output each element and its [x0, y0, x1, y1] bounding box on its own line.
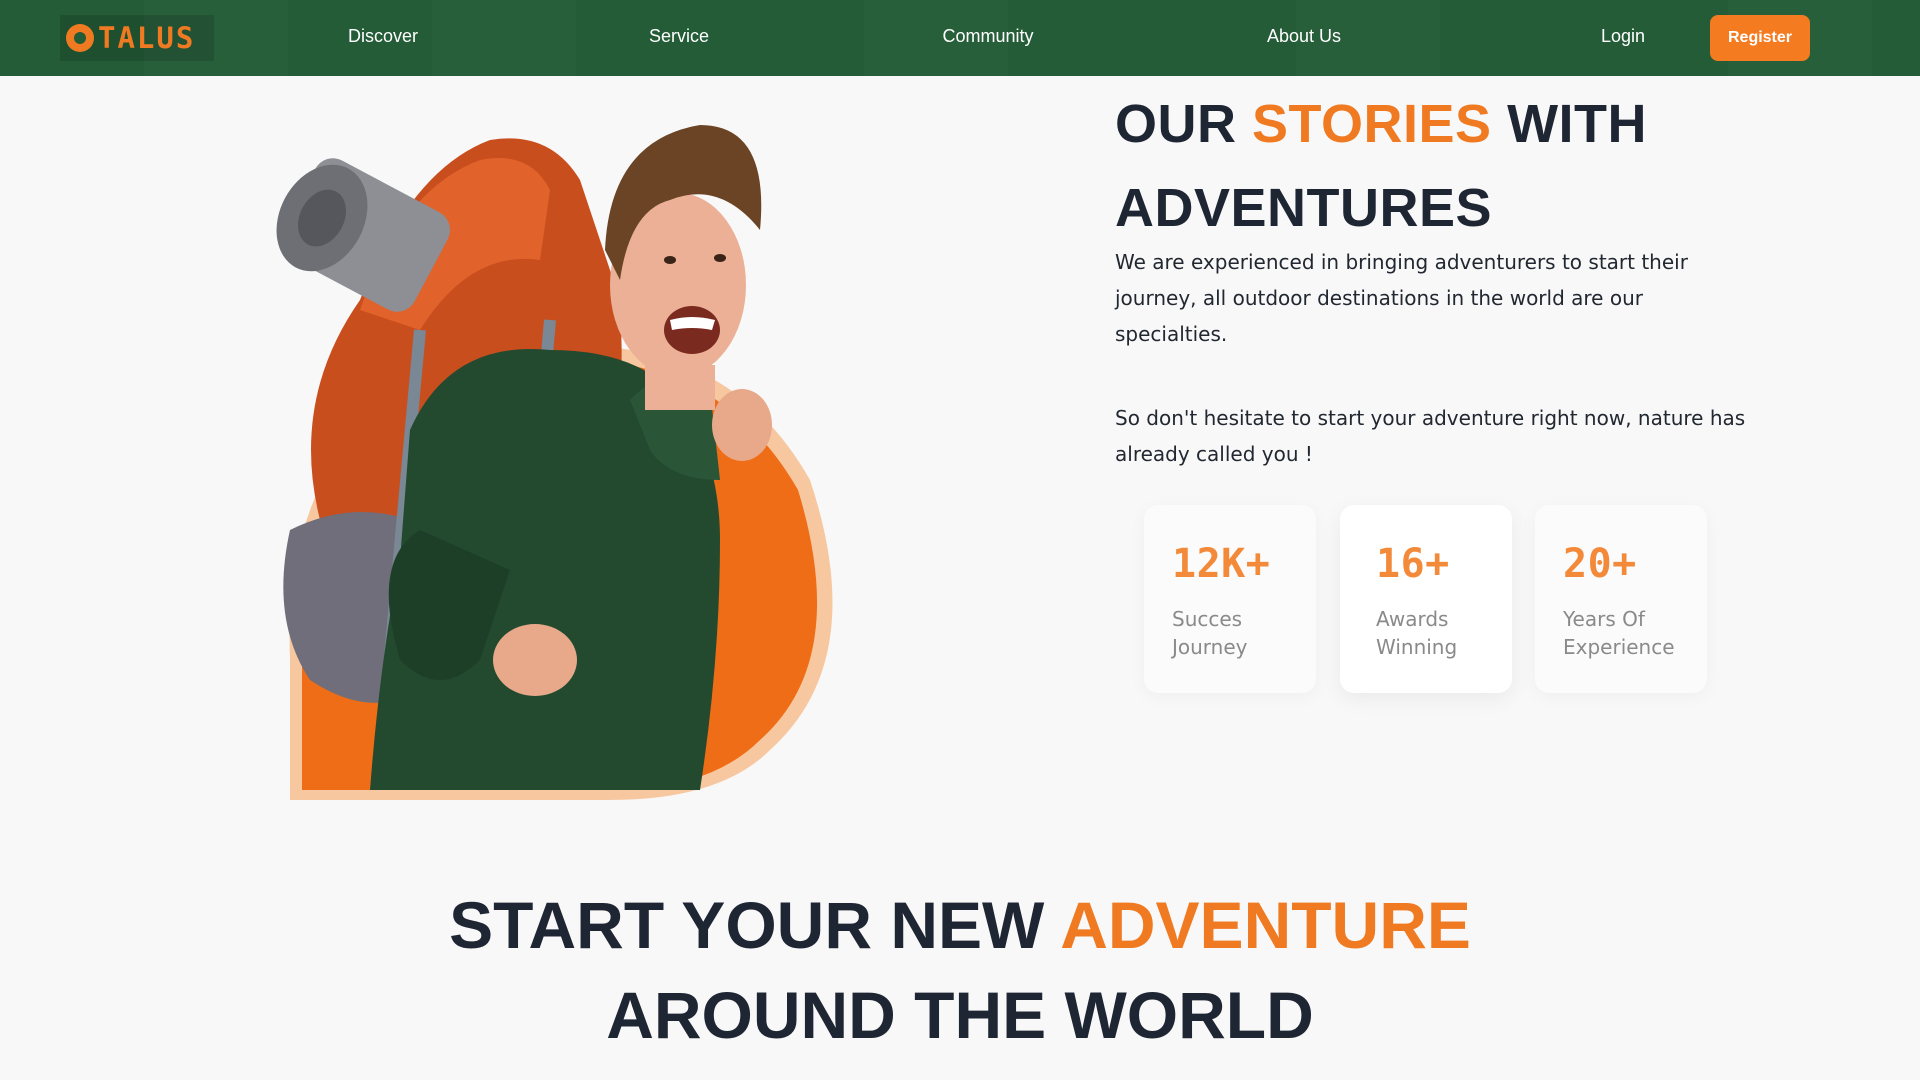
eye	[714, 254, 726, 262]
nav-link-community[interactable]: Community	[942, 26, 1033, 47]
hero-hiker-image	[276, 125, 833, 800]
pointing-hand-raised	[712, 389, 772, 461]
stat-label: Awards Winning	[1376, 607, 1458, 659]
heading-text: AROUND THE WORLD	[606, 978, 1314, 1052]
heading-text: OUR	[1115, 94, 1252, 154]
eye	[664, 256, 676, 264]
logo-mark-icon	[66, 24, 94, 52]
nav-link-service[interactable]: Service	[649, 26, 709, 47]
stat-card-journeys: 12K+ Succes Journey	[1144, 505, 1316, 693]
heading-accent-text: STORIES	[1252, 94, 1492, 154]
pointing-hand	[493, 624, 577, 696]
stat-card-awards: 16+ Awards Winning	[1340, 505, 1512, 693]
adventure-section-heading: START YOUR NEW ADVENTURE AROUND THE WORL…	[300, 880, 1620, 1060]
stat-label: Years Of Experience	[1563, 607, 1675, 659]
nav-link-discover[interactable]: Discover	[348, 26, 418, 47]
stat-card-experience: 20+ Years Of Experience	[1535, 505, 1707, 693]
story-paragraph-2: So don't hesitate to start your adventur…	[1115, 406, 1746, 466]
stat-value: 16+	[1376, 541, 1450, 587]
register-button[interactable]: Register	[1710, 15, 1810, 61]
story-heading: OUR STORIES WITH ADVENTURES	[1115, 82, 1855, 250]
login-link[interactable]: Login	[1601, 26, 1645, 47]
stat-label: Succes Journey	[1172, 607, 1248, 659]
stat-value: 12K+	[1172, 541, 1271, 587]
nav-link-about-us[interactable]: About Us	[1267, 26, 1341, 47]
heading-accent-text: ADVENTURE	[1060, 888, 1471, 962]
brand-logo[interactable]: TALUS	[60, 15, 214, 61]
story-paragraph-1: We are experienced in bringing adventure…	[1115, 250, 1688, 346]
heading-text: START YOUR NEW	[449, 888, 1061, 962]
open-mouth	[664, 306, 720, 354]
brand-name: TALUS	[98, 21, 196, 55]
nav-background-stripe	[432, 0, 576, 76]
top-navbar: TALUS Discover Service Community About U…	[0, 0, 1920, 76]
neck	[645, 365, 715, 410]
stat-value: 20+	[1563, 541, 1637, 587]
